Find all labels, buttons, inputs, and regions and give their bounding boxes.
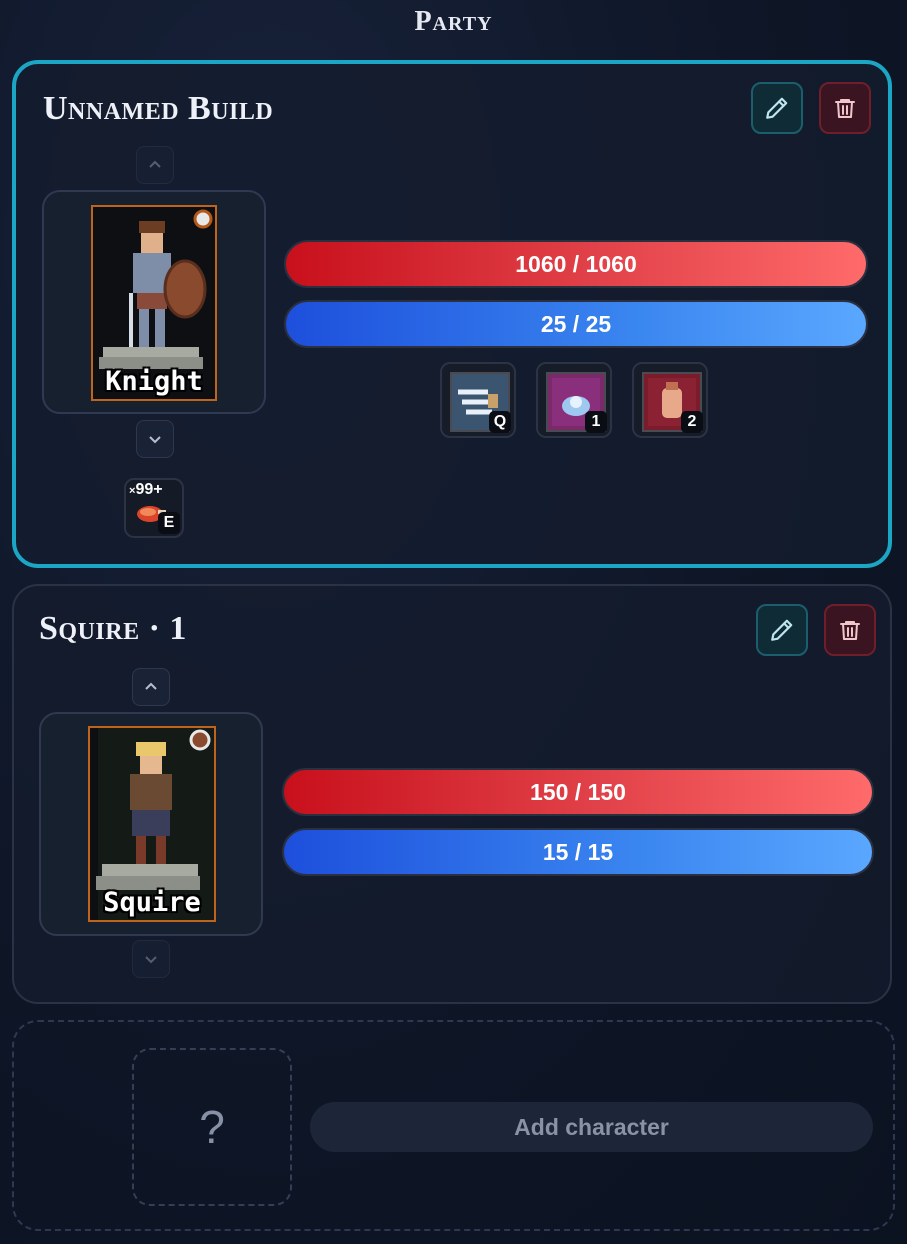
edit-button[interactable] — [751, 82, 803, 134]
class-label: Squire — [103, 887, 201, 918]
skill-slot-q[interactable]: Q — [440, 362, 516, 438]
page-title: Party — [414, 6, 493, 37]
portrait-frame[interactable]: Knight — [42, 190, 266, 414]
skill-slot-1[interactable]: 1 — [536, 362, 612, 438]
item-count: 99+ — [135, 481, 163, 498]
delete-button[interactable] — [819, 82, 871, 134]
class-portrait: Squire — [88, 726, 216, 922]
edit-button[interactable] — [756, 604, 808, 656]
character-name: Squire · 1 — [39, 610, 187, 647]
trash-icon — [840, 621, 860, 640]
pencil-icon — [766, 97, 788, 119]
pencil-icon — [771, 619, 793, 641]
empty-party-slot: ? Add character — [12, 1020, 895, 1231]
delete-button[interactable] — [824, 604, 876, 656]
chevron-up-icon — [145, 682, 157, 690]
skill-hotkey: 1 — [585, 411, 607, 433]
party-member-card[interactable]: Squire · 1 Squire 150 / 150 15 / 15 — [12, 584, 892, 1004]
chevron-down-icon — [145, 956, 157, 964]
consumable-slot[interactable]: ×99+ E — [124, 478, 184, 538]
skill-slot-2[interactable]: 2 — [632, 362, 708, 438]
move-up-button[interactable] — [132, 668, 170, 706]
class-portrait: Knight — [91, 205, 217, 401]
hp-bar: 150 / 150 — [282, 768, 874, 816]
class-label: Knight — [105, 366, 203, 397]
skill-hotkey: 2 — [681, 411, 703, 433]
chevron-up-icon — [149, 160, 161, 168]
trash-icon — [835, 99, 855, 118]
skill-hotkey: Q — [489, 411, 511, 433]
move-down-button[interactable] — [132, 940, 170, 978]
mp-bar: 15 / 15 — [282, 828, 874, 876]
mp-bar: 25 / 25 — [284, 300, 868, 348]
move-down-button[interactable] — [136, 420, 174, 458]
add-character-button[interactable]: Add character — [310, 1102, 873, 1152]
character-name: Unnamed Build — [43, 90, 274, 127]
item-hotkey: E — [158, 512, 180, 534]
chevron-down-icon — [149, 436, 161, 444]
empty-portrait-placeholder[interactable]: ? — [132, 1048, 292, 1206]
move-up-button[interactable] — [136, 146, 174, 184]
hp-bar: 1060 / 1060 — [284, 240, 868, 288]
party-member-card[interactable]: Unnamed Build Knight ×99+ E 1060 / 1060 … — [12, 60, 892, 568]
portrait-frame[interactable]: Squire — [39, 712, 263, 936]
